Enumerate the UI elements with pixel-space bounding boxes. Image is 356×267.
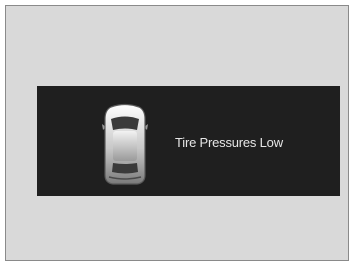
illustration-frame: Tire Pressures Low xyxy=(5,5,349,261)
car-top-view-icon xyxy=(102,103,148,185)
dashboard-display-panel: Tire Pressures Low xyxy=(37,86,340,196)
tire-pressure-warning-message: Tire Pressures Low xyxy=(175,135,283,150)
